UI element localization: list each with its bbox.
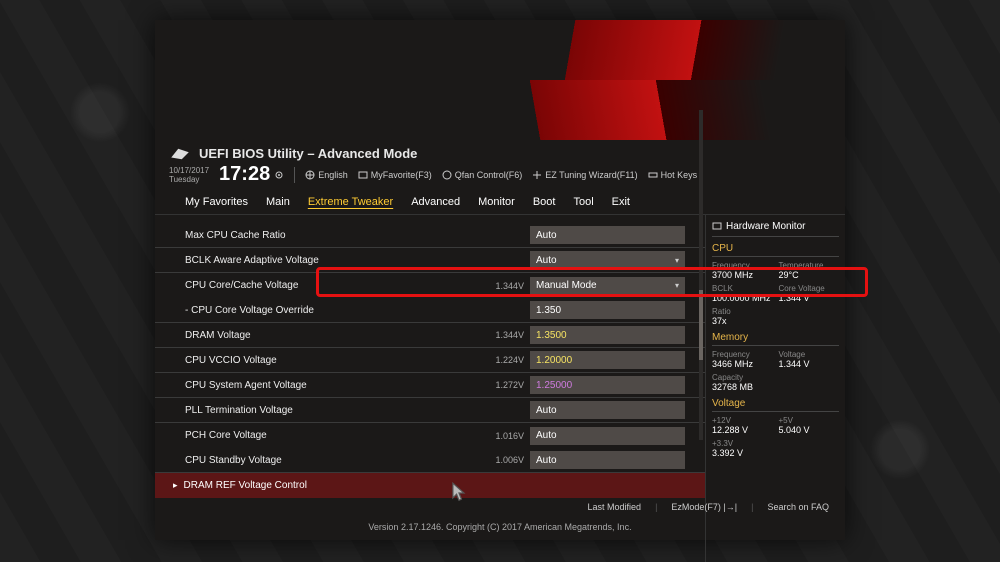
setting-row: CPU VCCIO Voltage1.224V 1.20000: [155, 348, 705, 373]
setting-label: DRAM Voltage: [185, 330, 482, 341]
footer: Last Modified | EzMode(F7) |→| | Search …: [155, 494, 845, 540]
monitor-icon: [712, 222, 722, 232]
setting-readout: 1.224V: [482, 355, 524, 365]
qfan-link[interactable]: Qfan Control(F6): [442, 170, 523, 180]
header: UEFI BIOS Utility – Advanced Mode 10/17/…: [155, 140, 845, 188]
hw-volt-heading: Voltage: [712, 398, 839, 412]
setting-label: CPU VCCIO Voltage: [185, 355, 482, 366]
myfavorite-link[interactable]: MyFavorite(F3): [358, 170, 432, 180]
setting-label: CPU Core/Cache Voltage: [185, 280, 482, 291]
hw-title: Hardware Monitor: [726, 221, 805, 232]
setting-row: DRAM Voltage1.344V 1.3500: [155, 323, 705, 348]
setting-row: PCH Core Voltage1.016V Auto: [155, 423, 705, 448]
gear-icon[interactable]: [274, 170, 284, 180]
setting-input[interactable]: Auto: [530, 226, 685, 244]
language-selector[interactable]: English: [305, 170, 348, 180]
tab-extreme-tweaker[interactable]: Extreme Tweaker: [308, 196, 393, 208]
setting-input[interactable]: 1.20000: [530, 351, 685, 369]
setting-dropdown[interactable]: Manual Mode: [530, 277, 685, 295]
app-title: UEFI BIOS Utility – Advanced Mode: [199, 146, 417, 161]
setting-input[interactable]: 1.25000: [530, 376, 685, 394]
setting-label: CPU System Agent Voltage: [185, 380, 482, 391]
wizard-icon: [532, 170, 542, 180]
clock: 17:28: [219, 163, 284, 186]
rog-logo-icon: [169, 147, 191, 161]
setting-readout: 1.272V: [482, 380, 524, 390]
bios-panel: UEFI BIOS Utility – Advanced Mode 10/17/…: [155, 20, 845, 540]
globe-icon: [305, 170, 315, 180]
setting-label: PCH Core Voltage: [185, 430, 482, 441]
scrollbar-thumb[interactable]: [699, 290, 703, 360]
ezmode-link[interactable]: EzMode(F7) |→|: [671, 502, 737, 512]
setting-readout: 1.344V: [482, 330, 524, 340]
tab-tool[interactable]: Tool: [573, 196, 593, 208]
tab-main[interactable]: Main: [266, 196, 290, 208]
hotkeys-icon: [648, 170, 658, 180]
setting-input[interactable]: Auto: [530, 451, 685, 469]
tab-my-favorites[interactable]: My Favorites: [185, 196, 248, 208]
setting-readout: 1.344V: [482, 281, 524, 291]
setting-row: CPU Standby Voltage1.006V Auto: [155, 448, 705, 473]
hw-mem-heading: Memory: [712, 332, 839, 346]
setting-dropdown[interactable]: Auto: [530, 251, 685, 269]
setting-label: PLL Termination Voltage: [185, 405, 482, 416]
tab-bar: My Favorites Main Extreme Tweaker Advanced M…: [155, 188, 845, 215]
hw-cpu-heading: CPU: [712, 243, 839, 257]
date-block: 10/17/2017 Tuesday: [169, 166, 209, 184]
copyright: Version 2.17.1246. Copyright (C) 2017 Am…: [165, 516, 835, 536]
tab-monitor[interactable]: Monitor: [478, 196, 515, 208]
setting-input[interactable]: 1.3500: [530, 326, 685, 344]
tab-advanced[interactable]: Advanced: [411, 196, 460, 208]
wizard-link[interactable]: EZ Tuning Wizard(F11): [532, 170, 637, 180]
tab-exit[interactable]: Exit: [612, 196, 630, 208]
setting-row: - CPU Core Voltage Override 1.350: [155, 298, 705, 323]
setting-label: - CPU Core Voltage Override: [185, 305, 482, 316]
setting-label: BCLK Aware Adaptive Voltage: [185, 255, 482, 266]
fan-icon: [442, 170, 452, 180]
setting-input[interactable]: Auto: [530, 427, 685, 445]
setting-row: PLL Termination Voltage Auto: [155, 398, 705, 423]
setting-readout: 1.006V: [482, 455, 524, 465]
search-faq-link[interactable]: Search on FAQ: [767, 502, 829, 512]
setting-label: CPU Standby Voltage: [185, 455, 482, 466]
scrollbar-track[interactable]: [699, 110, 703, 440]
setting-row: BCLK Aware Adaptive Voltage Auto: [155, 248, 705, 273]
setting-input[interactable]: 1.350: [530, 301, 685, 319]
setting-row: CPU Core/Cache Voltage1.344V Manual Mode: [155, 273, 705, 298]
setting-row: CPU System Agent Voltage1.272V 1.25000: [155, 373, 705, 398]
setting-input[interactable]: Auto: [530, 401, 685, 419]
last-modified-link[interactable]: Last Modified: [588, 502, 642, 512]
setting-readout: 1.016V: [482, 431, 524, 441]
setting-label: Max CPU Cache Ratio: [185, 230, 482, 241]
setting-row: Max CPU Cache Ratio Auto: [155, 223, 705, 248]
hotkeys-link[interactable]: Hot Keys: [648, 170, 698, 180]
folder-icon: [358, 170, 368, 180]
cursor-icon: [450, 482, 468, 504]
tab-boot[interactable]: Boot: [533, 196, 556, 208]
